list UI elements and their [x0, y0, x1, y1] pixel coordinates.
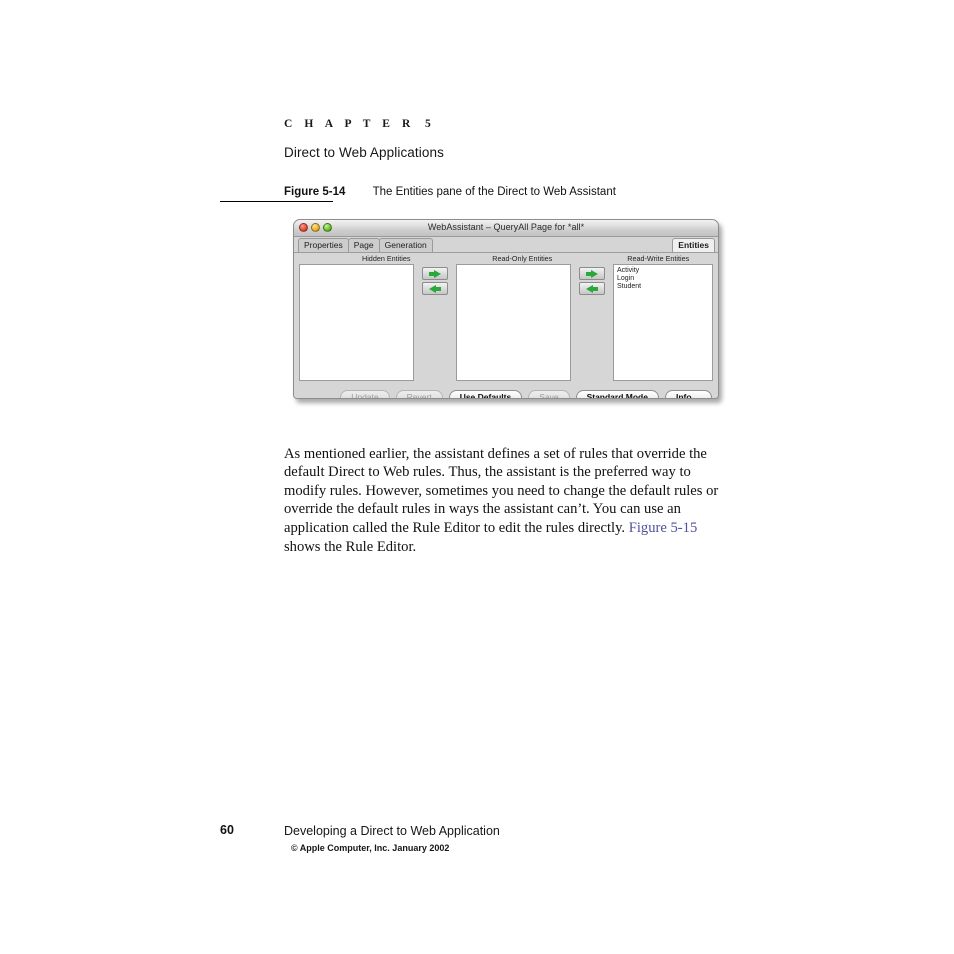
chapter-label: C H A P T E R [284, 118, 415, 130]
document-page: C H A P T E R 5 Direct to Web Application… [0, 0, 954, 954]
transfer-controls-left [414, 264, 456, 381]
footer-copyright: © Apple Computer, Inc. January 2002 [291, 843, 450, 853]
tab-page[interactable]: Page [347, 238, 380, 252]
arrow-left-icon [586, 284, 598, 293]
arrow-right-icon [586, 269, 598, 278]
figure-caption-rule [220, 201, 333, 202]
move-right-button-1[interactable] [422, 267, 448, 280]
footer-title: Developing a Direct to Web Application [284, 824, 500, 838]
body-text-part2: shows the Rule Editor. [284, 538, 417, 555]
tab-entities[interactable]: Entities [672, 238, 715, 252]
tab-properties[interactable]: Properties [298, 238, 349, 252]
figure-label: Figure [284, 186, 320, 198]
figure-caption-text: The Entities pane of the Direct to Web A… [372, 186, 616, 198]
use-defaults-button[interactable]: Use Defaults [448, 389, 523, 398]
info-button[interactable]: Info ... [664, 389, 712, 398]
list-item[interactable]: Login [617, 275, 712, 283]
chapter-number: 5 [424, 118, 436, 130]
figure-caption: Figure 5-14 The Entities pane of the Dir… [284, 186, 616, 198]
tab-group-left: Properties Page Generation [298, 238, 433, 252]
figure-cross-reference-link[interactable]: Figure 5-15 [629, 520, 698, 536]
save-button[interactable]: Save [528, 389, 570, 398]
tab-strip: Properties Page Generation Entities [294, 237, 718, 253]
update-button[interactable]: Update [340, 389, 390, 398]
hidden-entities-items [300, 265, 413, 267]
hidden-entities-list[interactable] [299, 264, 414, 381]
list-item[interactable]: Activity [617, 267, 712, 275]
read-write-entities-items: Activity Login Student [614, 265, 712, 291]
chapter-title: Direct to Web Applications [284, 145, 444, 160]
window-titlebar[interactable]: WebAssistant – QueryAll Page for *all* [294, 220, 718, 237]
move-left-button-1[interactable] [422, 282, 448, 295]
move-right-button-2[interactable] [579, 267, 605, 280]
entities-panel: Hidden Entities Read-Only Entities Read-… [294, 253, 718, 383]
window-button-bar: Update Revert Use Defaults Save Standard… [294, 383, 718, 398]
move-left-button-2[interactable] [579, 282, 605, 295]
arrow-left-icon [429, 284, 441, 293]
transfer-controls-right [571, 264, 613, 381]
window-title: WebAssistant – QueryAll Page for *all* [427, 222, 585, 232]
read-write-entities-list[interactable]: Activity Login Student [613, 264, 713, 381]
tab-generation[interactable]: Generation [378, 238, 433, 252]
standard-mode-button[interactable]: Standard Mode [575, 389, 659, 398]
column-header-hidden-entities: Hidden Entities [362, 254, 411, 263]
entity-lists: Activity Login Student [299, 264, 713, 381]
arrow-right-icon [429, 269, 441, 278]
chapter-header: C H A P T E R 5 [284, 118, 435, 130]
column-headers: Hidden Entities Read-Only Entities Read-… [299, 253, 713, 264]
read-only-entities-items [457, 265, 570, 267]
revert-button[interactable]: Revert [395, 389, 443, 398]
column-header-read-only-entities: Read-Only Entities [492, 254, 553, 263]
figure-number: 5-14 [322, 186, 346, 198]
webassistant-window: WebAssistant – QueryAll Page for *all* P… [293, 219, 719, 399]
page-number: 60 [220, 823, 234, 837]
column-header-read-write-entities: Read-Write Entities [627, 254, 690, 263]
body-paragraph: As mentioned earlier, the assistant defi… [284, 445, 726, 557]
list-item[interactable]: Student [617, 283, 712, 291]
read-only-entities-list[interactable] [456, 264, 571, 381]
